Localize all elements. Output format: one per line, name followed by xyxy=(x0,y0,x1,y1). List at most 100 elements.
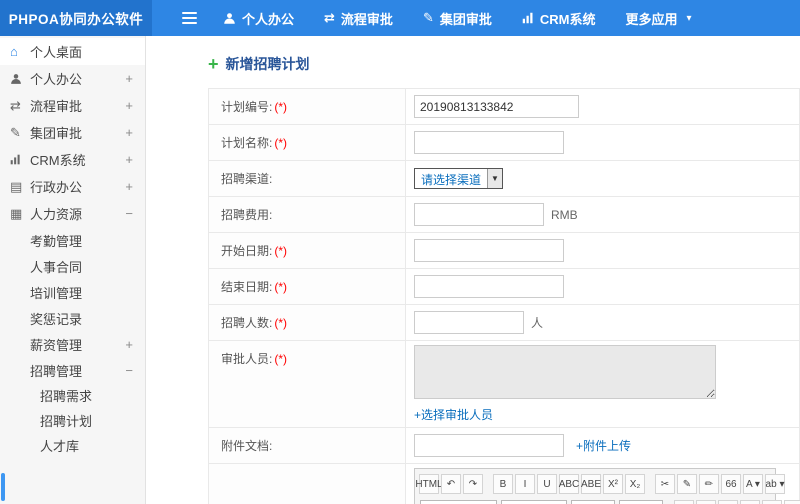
end-date-input[interactable] xyxy=(414,275,564,298)
collapse-minus-icon[interactable]: − xyxy=(125,363,133,378)
workflow-icon: ⇄ xyxy=(324,10,335,25)
field-label: 审批人员: xyxy=(221,352,273,366)
expand-plus-icon[interactable]: + xyxy=(125,179,133,194)
sidebar-item-personal-office[interactable]: 个人办公 + xyxy=(0,65,145,92)
channel-selected-option: 请选择渠道 xyxy=(421,173,482,187)
sidebar-scrollbar-thumb[interactable] xyxy=(1,473,5,501)
nav-crm-system[interactable]: CRM系统 xyxy=(522,9,595,28)
sidebar-item-recruitment-mgmt[interactable]: 招聘管理 − xyxy=(0,357,145,383)
expand-plus-icon[interactable]: + xyxy=(125,152,133,167)
editor-button[interactable]: ✏ xyxy=(699,474,719,494)
plan-name-input[interactable] xyxy=(414,131,564,154)
editor-button[interactable]: ≣ xyxy=(740,500,761,504)
form-row-start-date: 开始日期: (*) xyxy=(208,232,800,269)
editor-button[interactable]: ab ▾ xyxy=(765,474,785,494)
user-icon xyxy=(10,73,30,85)
sidebar-item-attendance-mgmt[interactable]: 考勤管理 xyxy=(0,227,145,253)
editor-button[interactable]: B xyxy=(493,474,513,494)
sidebar-item-admin-office[interactable]: ▤ 行政办公 + xyxy=(0,173,145,200)
nav-workflow-approval[interactable]: ⇄ 流程审批 xyxy=(324,9,393,28)
recruitment-submenu: 招聘需求 招聘计划 人才库 xyxy=(0,383,145,458)
edit-icon: ✎ xyxy=(422,10,434,25)
expand-plus-icon[interactable]: + xyxy=(125,125,133,140)
unit-suffix: 人 xyxy=(531,315,544,330)
editor-button[interactable]: ⇥ xyxy=(784,500,800,504)
sidebar-item-personal-desktop[interactable]: ⌂ 个人桌面 xyxy=(0,38,145,65)
sidebar: ⌂ 个人桌面 个人办公 + ⇄ 流程审批 + ✎ 集团审批 + CRM系统 + … xyxy=(0,36,146,504)
headcount-input[interactable] xyxy=(414,311,524,334)
editor-button[interactable]: ↷ xyxy=(463,474,483,494)
sidebar-item-human-resources[interactable]: ▦ 人力资源 − xyxy=(0,200,145,227)
sidebar-item-salary-mgmt[interactable]: 薪资管理 + xyxy=(0,331,145,357)
hr-submenu: 考勤管理 人事合同 培训管理 奖惩记录 薪资管理 + 招聘管理 − 招聘需求 招… xyxy=(0,227,145,458)
editor-dropdown[interactable]: 字号▾ xyxy=(619,500,664,504)
editor-button[interactable]: ✎ xyxy=(677,474,697,494)
editor-button[interactable]: ≡ xyxy=(718,500,739,504)
editor-button[interactable]: 66 xyxy=(721,474,741,494)
editor-button[interactable]: ABE xyxy=(581,474,601,494)
editor-button[interactable]: ≡ xyxy=(674,500,695,504)
hamburger-menu-icon[interactable] xyxy=(182,9,197,27)
start-date-input[interactable] xyxy=(414,239,564,262)
field-label: 附件文档: xyxy=(221,439,273,453)
field-label: 计划编号: xyxy=(221,100,273,114)
required-marker: (*) xyxy=(274,136,288,150)
editor-dropdown[interactable]: 自定义标题▾ xyxy=(420,500,498,504)
channel-select[interactable]: 请选择渠道 ▼ xyxy=(414,168,504,189)
plan-number-input[interactable] xyxy=(414,95,579,118)
editor-button[interactable]: ✂ xyxy=(655,474,675,494)
add-plus-icon: + xyxy=(208,54,219,74)
nav-group-approval[interactable]: ✎ 集团审批 xyxy=(423,9,492,28)
editor-button[interactable]: HTML xyxy=(415,474,443,494)
editor-button[interactable]: ≡ xyxy=(696,500,717,504)
expand-plus-icon[interactable]: + xyxy=(125,98,133,113)
attachment-input[interactable] xyxy=(414,434,564,457)
sidebar-item-recruit-demand[interactable]: 招聘需求 xyxy=(0,383,145,408)
fee-input[interactable] xyxy=(414,203,544,226)
sidebar-item-recruit-plan[interactable]: 招聘计划 xyxy=(0,408,145,433)
approver-textarea[interactable] xyxy=(414,345,716,399)
editor-button[interactable]: X² xyxy=(603,474,623,494)
form-row-headcount: 招聘人数: (*) 人 xyxy=(208,304,800,341)
form-row-end-date: 结束日期: (*) xyxy=(208,268,800,305)
expand-plus-icon[interactable]: + xyxy=(125,71,133,86)
nav-personal-office[interactable]: 个人办公 xyxy=(223,9,294,28)
form-row-plan-name: 计划名称: (*) xyxy=(208,124,800,161)
nav-more-apps[interactable]: 更多应用 ▾ xyxy=(625,9,691,28)
form-row-approver: 审批人员: (*) +选择审批人员 xyxy=(208,340,800,428)
required-marker: (*) xyxy=(274,352,288,366)
nav-label: 流程审批 xyxy=(340,11,393,27)
required-marker: (*) xyxy=(274,316,288,330)
editor-dropdown[interactable]: 段落格式▾ xyxy=(501,500,568,504)
workflow-icon: ⇄ xyxy=(10,97,21,113)
editor-button[interactable]: U xyxy=(537,474,557,494)
editor-button[interactable]: ⇤ xyxy=(762,500,783,504)
editor-button[interactable]: X₂ xyxy=(625,474,645,494)
field-label: 结束日期: xyxy=(221,280,273,294)
editor-button[interactable]: I xyxy=(515,474,535,494)
sidebar-item-training-mgmt[interactable]: 培训管理 xyxy=(0,279,145,305)
sidebar-item-talent-pool[interactable]: 人才库 xyxy=(0,433,145,458)
sidebar-item-crm-system[interactable]: CRM系统 + xyxy=(0,146,145,173)
sidebar-item-personnel-contract[interactable]: 人事合同 xyxy=(0,253,145,279)
edit-icon: ✎ xyxy=(10,124,21,140)
editor-dropdown[interactable]: 字体▾ xyxy=(571,500,616,504)
form-row-plan-no: 计划编号: (*) xyxy=(208,88,800,125)
expand-plus-icon[interactable]: + xyxy=(125,337,133,352)
collapse-minus-icon[interactable]: − xyxy=(125,206,133,221)
field-label: 计划名称: xyxy=(221,136,273,150)
richtext-editor-toolbar: HTML↶↷ BIUABCABEX²X₂ ✂✎✏66A ▾ab ▾ 自定义标题▾段落… xyxy=(414,468,800,504)
select-approver-link[interactable]: +选择审批人员 xyxy=(414,408,493,422)
field-label: 招聘渠道: xyxy=(221,172,273,186)
form-row-attachment: 附件文档: +附件上传 xyxy=(208,427,800,464)
attachment-upload-link[interactable]: +附件上传 xyxy=(576,439,631,453)
editor-button[interactable]: A ▾ xyxy=(743,474,763,494)
editor-button[interactable]: ↶ xyxy=(441,474,461,494)
field-label: 招聘费用: xyxy=(221,208,273,222)
bar-chart-icon xyxy=(10,154,30,165)
sidebar-item-group-approval[interactable]: ✎ 集团审批 + xyxy=(0,119,145,146)
sidebar-item-reward-punishment[interactable]: 奖惩记录 xyxy=(0,305,145,331)
sidebar-item-workflow-approval[interactable]: ⇄ 流程审批 + xyxy=(0,92,145,119)
editor-button[interactable]: ABC xyxy=(559,474,579,494)
editor-align-group: ≡≡≡≣⇤⇥ xyxy=(673,500,800,504)
